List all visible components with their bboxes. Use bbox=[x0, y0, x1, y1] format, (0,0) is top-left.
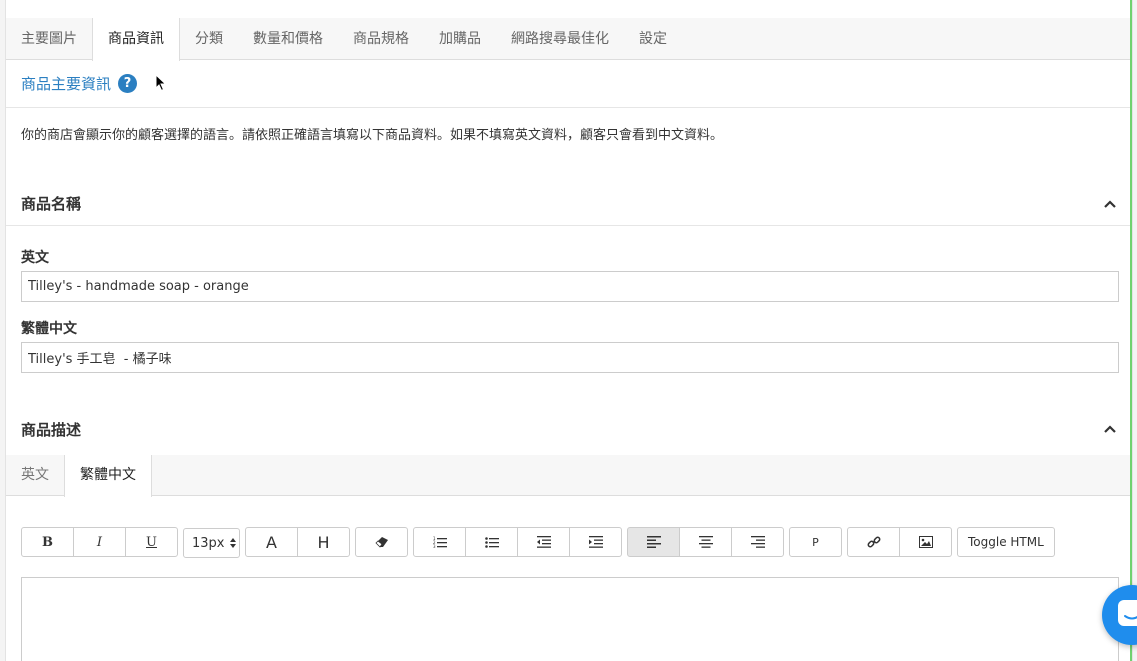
bullet-list-button[interactable] bbox=[465, 527, 518, 557]
outdent-button[interactable] bbox=[517, 527, 570, 557]
underline-button[interactable]: U bbox=[125, 527, 178, 557]
indent-icon bbox=[588, 536, 603, 548]
editor-toolbar: B I U 13px A H 1 2 3 P Toggle HTML bbox=[21, 527, 1055, 558]
paragraph-button[interactable]: P bbox=[789, 527, 842, 557]
italic-button[interactable]: I bbox=[73, 527, 126, 557]
chevron-up-icon[interactable] bbox=[1103, 422, 1117, 436]
tab-add-ons[interactable]: 加購品 bbox=[424, 18, 496, 60]
tab-description-chinese[interactable]: 繁體中文 bbox=[64, 455, 152, 497]
main-tabs: 主要圖片 商品資訊 分類 數量和價格 商品規格 加購品 網路搜尋最佳化 設定 bbox=[6, 18, 1132, 61]
description-language-tabs: 英文 繁體中文 bbox=[6, 455, 1132, 497]
svg-text:3: 3 bbox=[433, 544, 436, 548]
chinese-name-input[interactable] bbox=[21, 342, 1119, 373]
highlight-button[interactable]: H bbox=[297, 527, 350, 557]
section-header: 商品主要資訊 ? bbox=[6, 60, 1132, 108]
tab-main-images[interactable]: 主要圖片 bbox=[6, 18, 92, 60]
english-name-input[interactable] bbox=[21, 271, 1119, 302]
font-size-value: 13px bbox=[192, 535, 225, 551]
tab-quantity-price[interactable]: 數量和價格 bbox=[238, 18, 338, 60]
align-group bbox=[627, 527, 784, 557]
image-button[interactable] bbox=[899, 527, 952, 557]
toggle-html-button[interactable]: Toggle HTML bbox=[957, 527, 1055, 557]
ordered-list-button[interactable]: 1 2 3 bbox=[413, 527, 466, 557]
font-size-select[interactable]: 13px bbox=[183, 528, 240, 558]
eraser-icon bbox=[374, 537, 388, 548]
chevron-up-icon[interactable] bbox=[1103, 197, 1117, 211]
product-description-title: 商品描述 bbox=[21, 420, 82, 439]
align-left-icon bbox=[646, 536, 661, 548]
insert-group bbox=[847, 527, 952, 557]
bullet-list-icon bbox=[484, 537, 499, 548]
indent-button[interactable] bbox=[569, 527, 622, 557]
product-editor-panel: 主要圖片 商品資訊 分類 數量和價格 商品規格 加購品 網路搜尋最佳化 設定 商… bbox=[5, 0, 1133, 661]
product-name-title: 商品名稱 bbox=[21, 195, 82, 213]
outdent-icon bbox=[536, 536, 551, 548]
tab-settings[interactable]: 設定 bbox=[624, 18, 682, 60]
description-editor[interactable] bbox=[21, 577, 1119, 661]
chinese-name-label: 繁體中文 bbox=[21, 321, 77, 337]
list-group: 1 2 3 bbox=[413, 527, 622, 557]
question-circle-icon[interactable]: ? bbox=[118, 74, 138, 93]
tab-seo[interactable]: 網路搜尋最佳化 bbox=[496, 18, 624, 60]
tab-description-english[interactable]: 英文 bbox=[6, 455, 64, 496]
product-description-header[interactable]: 商品描述 bbox=[6, 407, 1132, 451]
bold-button[interactable]: B bbox=[21, 527, 74, 557]
align-left-button[interactable] bbox=[627, 527, 680, 557]
image-icon bbox=[918, 536, 933, 548]
paragraph-group: P bbox=[789, 527, 842, 557]
language-notice: 你的商店會顯示你的顧客選擇的語言。請依照正確語言填寫以下商品資料。如果不填寫英文… bbox=[21, 128, 724, 143]
font-color-button[interactable]: A bbox=[245, 527, 298, 557]
edge-line bbox=[1130, 0, 1132, 661]
updown-arrow-icon bbox=[229, 538, 236, 548]
color-group: A H bbox=[245, 527, 350, 557]
ordered-list-icon: 1 2 3 bbox=[433, 536, 447, 548]
link-button[interactable] bbox=[847, 527, 900, 557]
section-title: 商品主要資訊 bbox=[21, 75, 112, 93]
tab-variants[interactable]: 商品規格 bbox=[338, 18, 424, 60]
text-style-group: B I U bbox=[21, 527, 178, 557]
align-right-button[interactable] bbox=[731, 527, 784, 557]
html-group: Toggle HTML bbox=[957, 527, 1055, 557]
mouse-cursor-icon bbox=[155, 74, 167, 92]
align-center-icon bbox=[698, 536, 713, 548]
eraser-button[interactable] bbox=[355, 527, 408, 557]
english-name-label: 英文 bbox=[21, 250, 49, 266]
align-right-icon bbox=[750, 536, 765, 548]
link-icon bbox=[867, 536, 880, 548]
tab-product-info[interactable]: 商品資訊 bbox=[92, 18, 180, 61]
chat-icon bbox=[1118, 600, 1137, 626]
tab-category[interactable]: 分類 bbox=[180, 18, 238, 60]
clear-group bbox=[355, 527, 408, 557]
product-name-header[interactable]: 商品名稱 bbox=[6, 182, 1132, 226]
align-center-button[interactable] bbox=[679, 527, 732, 557]
